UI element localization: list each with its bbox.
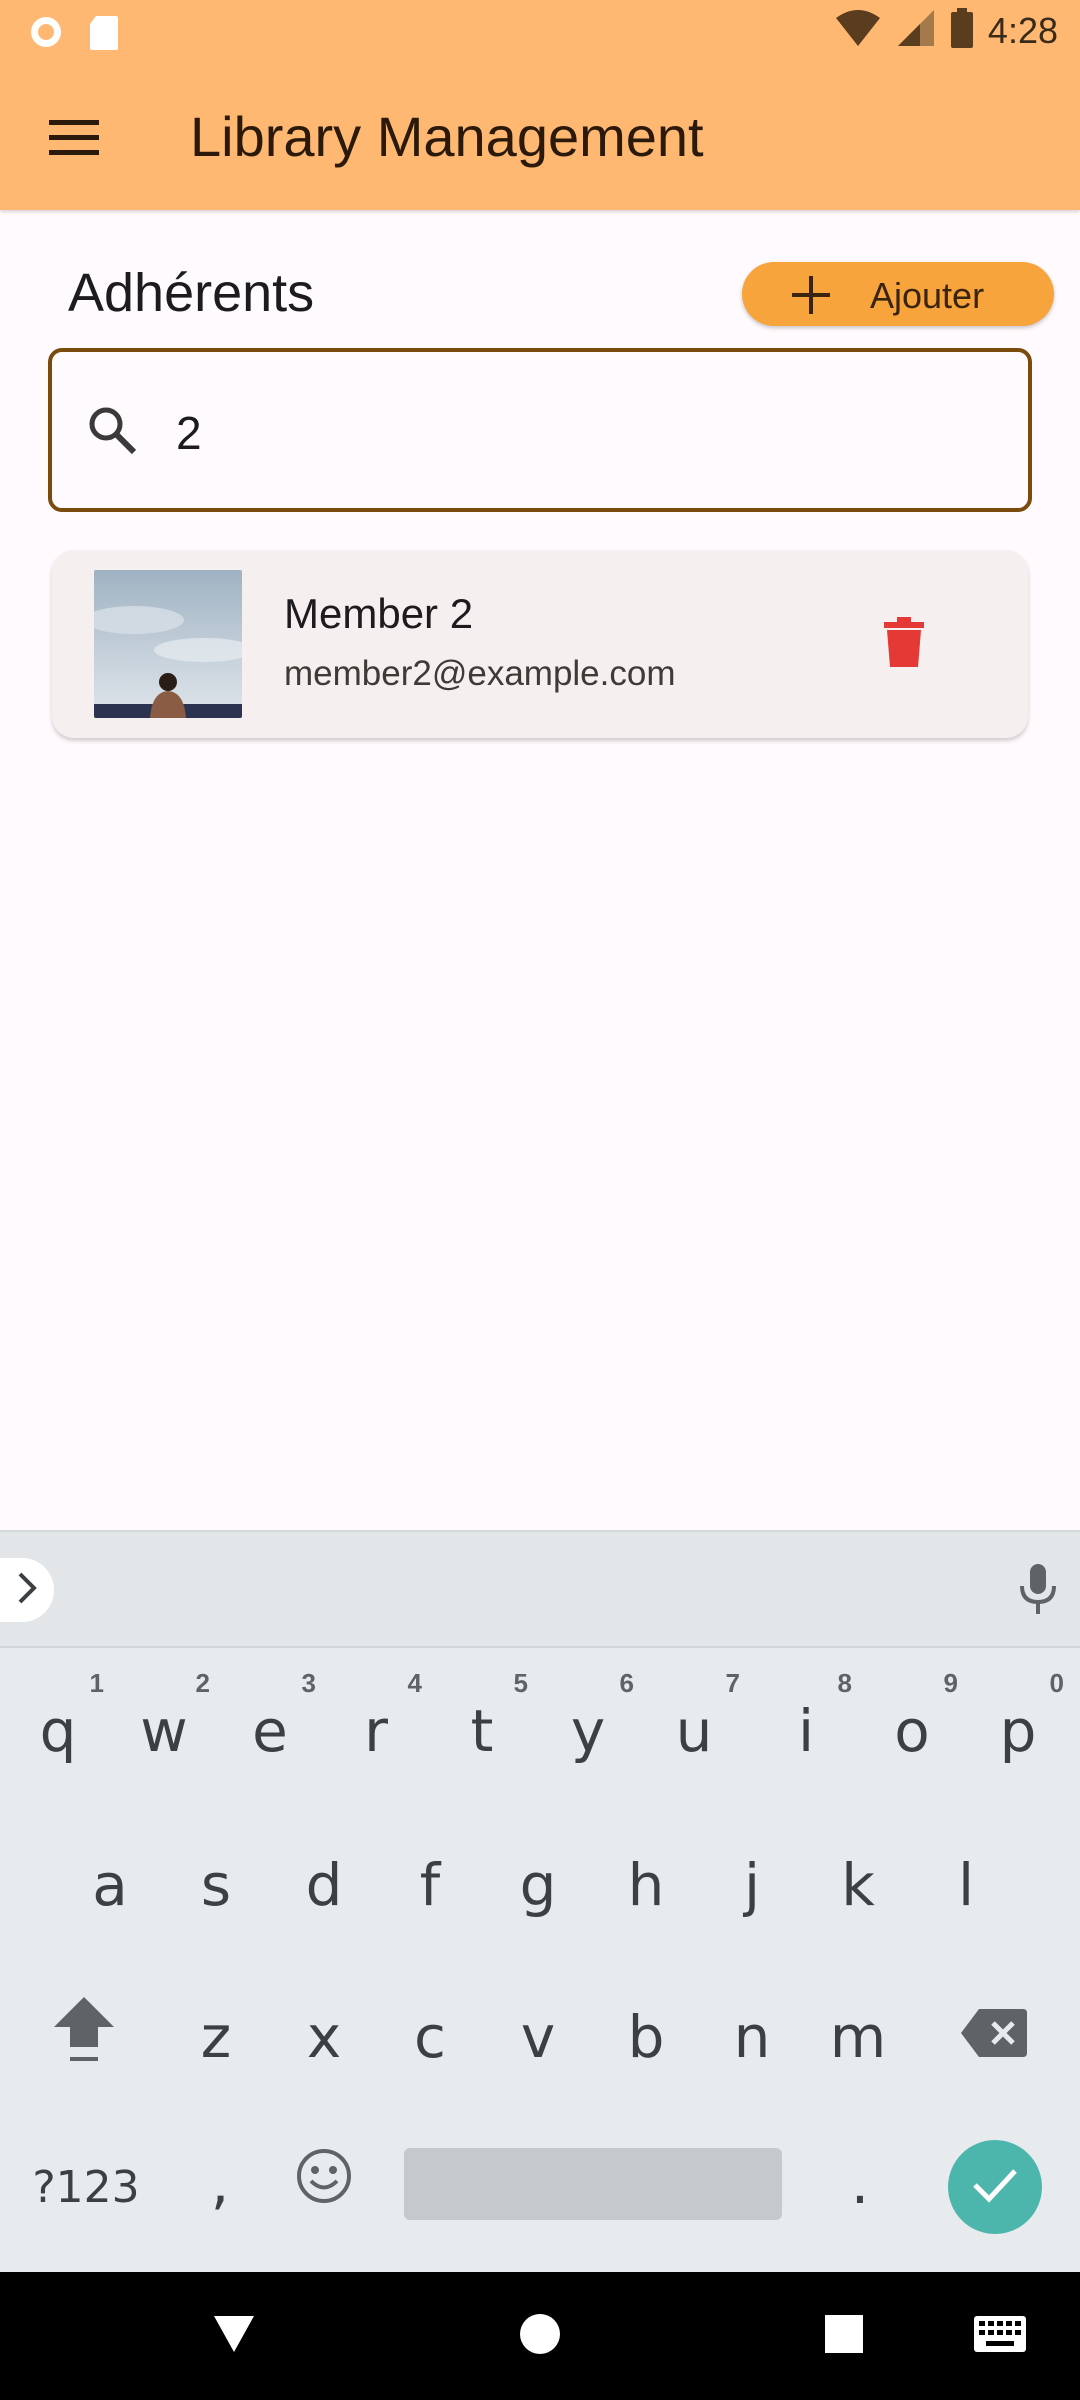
key-hint: 7 [725,1668,740,1698]
key-a[interactable]: a [58,1830,162,1940]
key-hint: 4 [407,1668,422,1698]
expand-suggestions-button[interactable] [0,1558,54,1622]
home-icon [518,2312,562,2361]
key-e[interactable]: e3 [218,1668,322,1786]
key-k[interactable]: k [806,1830,910,1940]
status-time: 4:28 [987,9,1058,51]
period-key[interactable]: . [808,2128,912,2238]
key-hint: 1 [89,1668,104,1698]
recents-icon [824,2314,864,2359]
photo-avatar [94,570,242,718]
key-r[interactable]: r4 [324,1668,428,1786]
key-l[interactable]: l [914,1830,1018,1940]
key-label: u [675,1697,713,1765]
key-y[interactable]: y6 [536,1668,640,1786]
keyboard-switch-button[interactable] [970,2306,1030,2366]
key-h[interactable]: h [594,1830,698,1940]
key-hint: 6 [619,1668,634,1698]
key-t[interactable]: t5 [430,1668,534,1786]
back-icon [212,2314,256,2359]
plus-icon [792,276,830,319]
mic-button[interactable] [1018,1562,1058,1623]
key-hint: 8 [837,1668,852,1698]
menu-button[interactable] [34,104,114,176]
key-hint: 3 [301,1668,316,1698]
check-icon [971,2167,1019,2208]
battery-icon [950,8,974,53]
key-label: i [797,1697,815,1765]
key-hint: 9 [943,1668,958,1698]
search-value: 2 [176,407,202,459]
key-label: e [252,1697,288,1765]
suggestion-bar [0,1532,1080,1648]
key-g[interactable]: g [486,1830,590,1940]
comma-key[interactable]: , [168,2128,272,2238]
status-bar: 4:28 [0,0,1080,64]
key-x[interactable]: x [272,1982,376,2092]
key-label: r [364,1697,388,1765]
member-name: Member 2 [284,590,474,637]
key-w[interactable]: w2 [112,1668,216,1786]
emoji-key[interactable] [272,2128,376,2238]
add-button-label: Ajouter [870,275,985,316]
key-label: o [894,1697,930,1765]
circle-notification-icon [28,14,64,55]
sd-card-icon [88,14,120,55]
key-f[interactable]: f [378,1830,482,1940]
key-n[interactable]: n [700,1982,804,2092]
section-title: Adhérents [68,263,315,323]
chevron-right-icon [16,1572,38,1609]
key-hint: 0 [1049,1668,1064,1698]
member-email: member2@example.com [284,654,676,693]
wifi-icon [834,8,882,53]
space-key[interactable] [404,2148,782,2220]
shift-key[interactable] [32,1982,136,2092]
key-label: p [999,1697,1037,1765]
symbols-key[interactable]: ?123 [32,2132,140,2242]
key-j[interactable]: j [700,1830,804,1940]
backspace-key[interactable] [942,1982,1046,2092]
add-member-button[interactable]: Ajouter [742,262,1054,326]
done-key[interactable] [948,2140,1042,2234]
key-o[interactable]: o9 [860,1668,964,1786]
key-b[interactable]: b [594,1982,698,2092]
key-hint: 2 [195,1668,210,1698]
soft-keyboard: q1 w2 e3 r4 t5 y6 u7 i8 o9 p0 a s d f g … [0,1530,1080,2272]
key-label: t [470,1697,494,1765]
key-v[interactable]: v [486,1982,590,2092]
shift-icon [52,1995,116,2079]
keyboard-switch-icon [974,2315,1026,2357]
search-icon [86,404,138,461]
app-title: Library Management [190,105,704,168]
key-z[interactable]: z [164,1982,268,2092]
menu-icon [49,119,99,161]
home-button[interactable] [510,2306,570,2366]
mic-icon [1018,1564,1058,1622]
signal-icon [896,8,936,53]
back-button[interactable] [204,2306,264,2366]
member-card[interactable]: Member 2 member2@example.com [52,550,1028,738]
key-p[interactable]: p0 [966,1668,1070,1786]
key-i[interactable]: i8 [754,1668,858,1786]
trash-icon [884,616,924,672]
emoji-icon [296,2148,352,2218]
key-hint: 5 [513,1668,528,1698]
backspace-icon [961,2003,1027,2071]
key-label: q [39,1697,77,1765]
delete-member-button[interactable] [866,600,942,688]
key-d[interactable]: d [272,1830,376,1940]
search-input[interactable]: 2 [48,348,1032,512]
key-m[interactable]: m [806,1982,910,2092]
app-bar: Library Management [0,64,1080,210]
key-label: w [140,1697,188,1765]
key-s[interactable]: s [164,1830,268,1940]
key-label: y [570,1697,606,1765]
key-q[interactable]: q1 [6,1668,110,1786]
system-nav-bar [0,2272,1080,2400]
key-c[interactable]: c [378,1982,482,2092]
key-u[interactable]: u7 [642,1668,746,1786]
recents-button[interactable] [814,2306,874,2366]
